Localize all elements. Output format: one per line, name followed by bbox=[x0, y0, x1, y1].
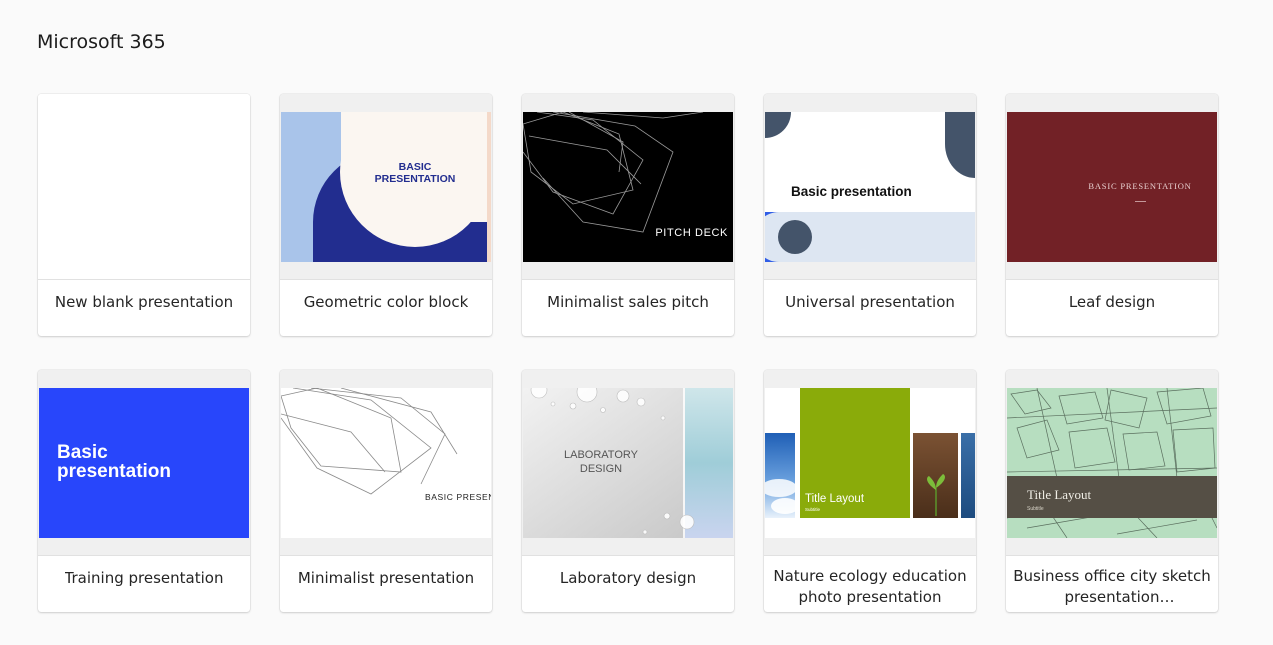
thumb-text: DESIGN bbox=[580, 463, 622, 475]
thumb-text: PITCH DECK bbox=[655, 227, 728, 239]
template-thumbnail-minimalist: BASIC PRESEN bbox=[281, 388, 491, 538]
thumb-text: presentation bbox=[57, 461, 171, 482]
template-thumbnail-geometric: BASIC PRESENTATION bbox=[281, 112, 491, 262]
template-thumbnail-nature: Title Layout Subtitle bbox=[765, 388, 975, 538]
thumb-title: Title Layout bbox=[1027, 487, 1092, 502]
page-title: Microsoft 365 bbox=[37, 31, 166, 53]
template-label: Nature ecology education photo presentat… bbox=[773, 567, 967, 606]
template-card-laboratory-design[interactable]: LABORATORY DESIGN Laboratory design bbox=[522, 370, 734, 612]
template-card-nature-ecology[interactable]: Title Layout Subtitle Nature ecology edu… bbox=[764, 370, 976, 612]
thumb-text: Basic presentation bbox=[791, 184, 912, 199]
template-card-training-presentation[interactable]: Basic presentation Training presentation bbox=[38, 370, 250, 612]
template-card-business-city-sketch[interactable]: Title Layout Subtitle Business office ci… bbox=[1006, 370, 1218, 612]
thumb-subtitle: Subtitle bbox=[805, 507, 821, 512]
thumb-text: BASIC PRESENTATION bbox=[1088, 181, 1191, 191]
thumb-subtitle: Subtitle bbox=[1027, 506, 1044, 512]
template-thumbnail-city-sketch: Title Layout Subtitle bbox=[1007, 388, 1217, 538]
template-label: Leaf design bbox=[1068, 293, 1156, 311]
template-thumbnail-laboratory: LABORATORY DESIGN bbox=[523, 388, 733, 538]
template-thumbnail-universal: Basic presentation bbox=[765, 112, 975, 262]
template-thumbnail-blank bbox=[38, 94, 250, 280]
template-card-leaf-design[interactable]: BASIC PRESENTATION Leaf design bbox=[1006, 94, 1218, 336]
template-label: New blank presentation bbox=[54, 293, 234, 311]
template-thumbnail-pitch: PITCH DECK bbox=[523, 112, 733, 262]
thumb-text: BASIC bbox=[399, 161, 432, 173]
template-thumbnail-training: Basic presentation bbox=[39, 388, 249, 538]
template-card-minimalist-presentation[interactable]: BASIC PRESEN Minimalist presentation bbox=[280, 370, 492, 612]
thumb-text: PRESENTATION bbox=[375, 173, 456, 185]
template-label: Minimalist presentation bbox=[297, 569, 475, 587]
template-label: Training presentation bbox=[64, 569, 224, 587]
template-card-universal-presentation[interactable]: Basic presentation Universal presentatio… bbox=[764, 94, 976, 336]
template-label: Geometric color block bbox=[303, 293, 469, 311]
thumb-text: BASIC PRESEN bbox=[425, 492, 491, 502]
thumb-text: Basic bbox=[57, 442, 108, 463]
thumb-text: LABORATORY bbox=[564, 449, 639, 461]
template-label: Minimalist sales pitch bbox=[547, 293, 709, 311]
thumb-title: Title Layout bbox=[805, 493, 865, 505]
template-label: Universal presentation bbox=[785, 293, 955, 311]
template-label: Laboratory design bbox=[559, 569, 697, 587]
template-label: Business office city sketch presentation… bbox=[1013, 567, 1211, 606]
template-thumbnail-leaf: BASIC PRESENTATION bbox=[1007, 112, 1217, 262]
template-card-new-blank[interactable]: New blank presentation bbox=[38, 94, 250, 336]
template-card-geometric-color-block[interactable]: BASIC PRESENTATION Geometric color block bbox=[280, 94, 492, 336]
template-card-minimalist-sales-pitch[interactable]: PITCH DECK Minimalist sales pitch bbox=[522, 94, 734, 336]
